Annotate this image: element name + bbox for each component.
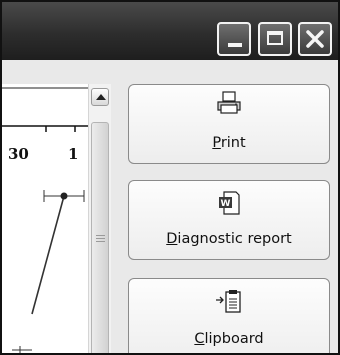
- clipboard-icon: [215, 289, 243, 317]
- close-button[interactable]: [298, 22, 332, 56]
- print-button[interactable]: Print: [128, 84, 330, 164]
- plot-area: 30 1: [2, 84, 88, 353]
- diagnostic-report-button[interactable]: W Diagnostic report: [128, 180, 330, 260]
- print-label: Print: [129, 135, 329, 151]
- svg-text:W: W: [221, 199, 231, 209]
- series-line: [31, 195, 65, 315]
- scroll-thumb-grip: [96, 235, 105, 236]
- close-icon: [306, 30, 324, 48]
- clipboard-label-text: lipboard: [204, 331, 264, 347]
- clipboard-accelerator: C: [194, 331, 205, 347]
- scroll-thumb[interactable]: [91, 122, 109, 353]
- plot-graphics: [2, 87, 88, 353]
- maximize-button[interactable]: [258, 22, 292, 56]
- clipboard-button[interactable]: Clipboard: [128, 278, 330, 353]
- print-accelerator: P: [212, 135, 221, 151]
- diagnostic-report-accelerator: D: [166, 231, 178, 247]
- diagnostic-report-label-text: iagnostic report: [177, 231, 292, 247]
- clipboard-label: Clipboard: [129, 331, 329, 347]
- data-point: [60, 192, 68, 200]
- scroll-up-button[interactable]: [91, 88, 109, 106]
- diagnostic-report-label: Diagnostic report: [129, 231, 329, 247]
- minimize-button[interactable]: [217, 22, 251, 56]
- app-window: 30 1 Print W Diagnostic report Clipboard: [0, 0, 340, 355]
- window-content: 30 1 Print W Diagnostic report Clipboard: [2, 60, 338, 353]
- vertical-scrollbar[interactable]: [88, 84, 111, 353]
- word-document-icon: W: [218, 191, 240, 219]
- printer-icon: [216, 91, 242, 119]
- print-label-text: rint: [220, 135, 246, 151]
- title-bar: [2, 2, 338, 60]
- axis-tick-label: 1: [68, 145, 79, 163]
- axis-tick-label: 30: [8, 145, 29, 163]
